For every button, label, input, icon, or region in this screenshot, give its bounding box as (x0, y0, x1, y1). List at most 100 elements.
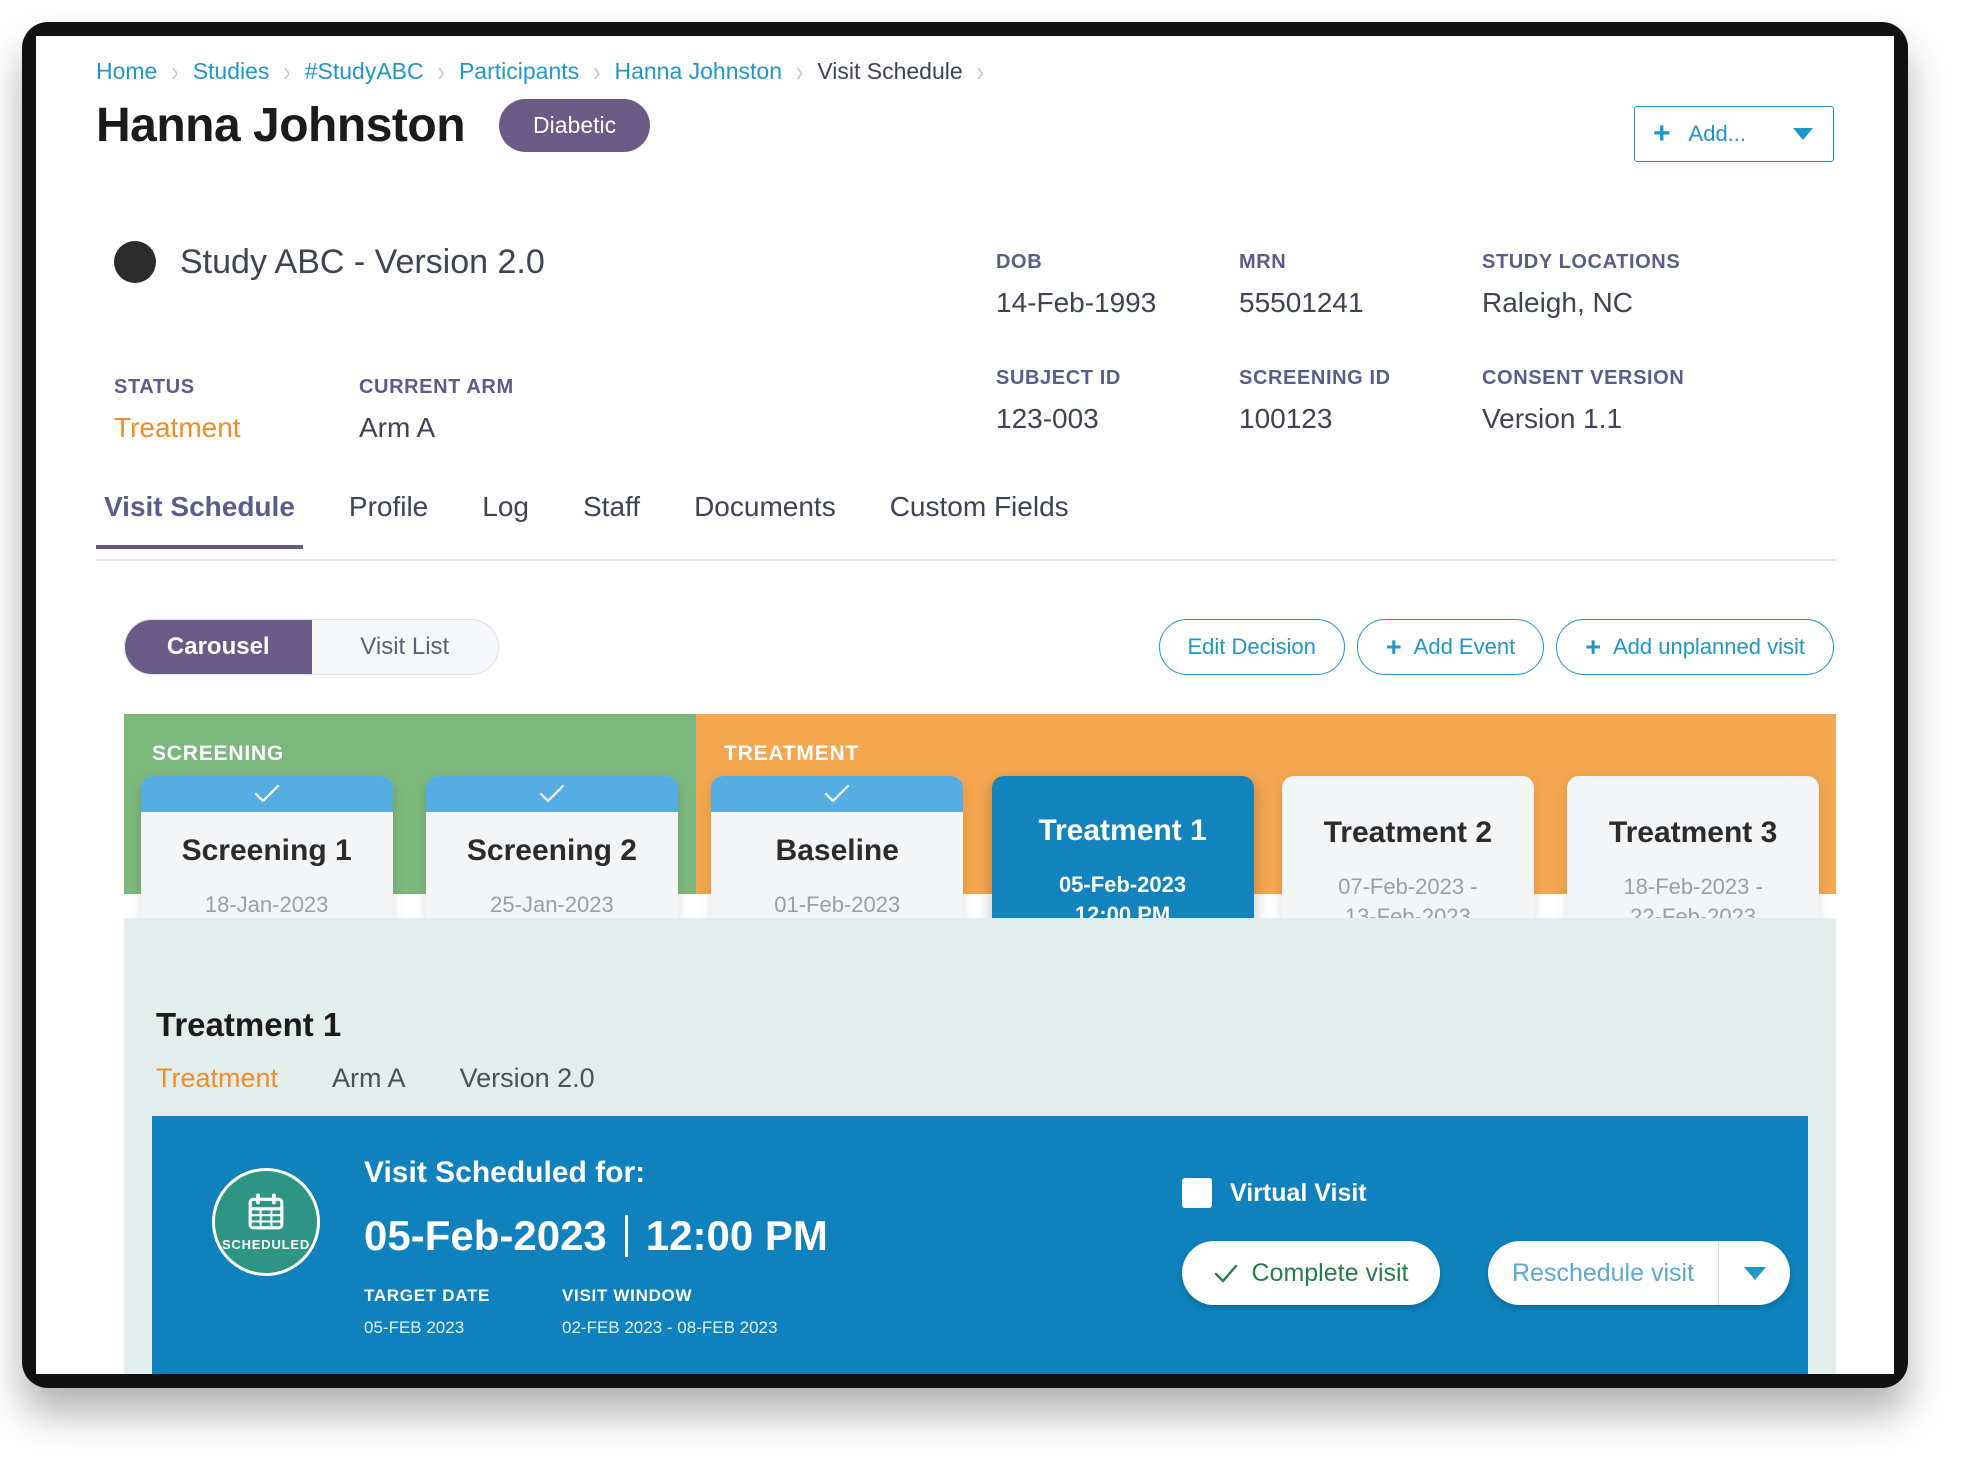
meta-cell-dob: DOB 14-Feb-1993 (996, 251, 1239, 319)
visit-actions: Complete visit Reschedule visit (1182, 1241, 1790, 1305)
visit-card-title: Treatment 1 (1038, 814, 1207, 847)
visit-scheduled-label: Visit Scheduled for: (364, 1156, 646, 1189)
meta-cell-screening-id: SCREENING ID 100123 (1239, 367, 1482, 435)
meta-right-group: DOB 14-Feb-1993 MRN 55501241 STUDY LOCATIONS… (996, 251, 1812, 483)
check-icon (825, 784, 850, 803)
carousel-actions: Edit Decision + Add Event + Add unplanned vi… (1158, 619, 1834, 675)
meta-value: 123-003 (996, 403, 1099, 434)
visit-card-title: Treatment 3 (1608, 816, 1778, 849)
visit-window-label: VISIT WINDOW (562, 1286, 693, 1305)
view-toggle-carousel[interactable]: Carousel (125, 620, 312, 674)
visit-card-title: Screening 1 (181, 834, 352, 867)
view-toggle-visit-list[interactable]: Visit List (312, 620, 499, 674)
meta-value: Treatment (114, 412, 241, 443)
complete-visit-button[interactable]: Complete visit (1182, 1241, 1440, 1305)
detail-version: Version 2.0 (459, 1063, 595, 1093)
visit-info: Visit Scheduled for: 05-Feb-2023 12:00 P… (364, 1156, 828, 1338)
meta-value: 100123 (1239, 403, 1333, 434)
virtual-visit-label: Virtual Visit (1230, 1178, 1367, 1207)
tab-custom-fields[interactable]: Custom Fields (882, 491, 1077, 545)
breadcrumb-separator: › (593, 55, 601, 87)
scheduled-visit-box: SCHEDULED Visit Scheduled for: 05-Feb-20… (152, 1116, 1808, 1374)
breadcrumb-item-0[interactable]: Home (96, 58, 157, 85)
meta-label: CURRENT ARM (359, 376, 514, 398)
scheduled-badge-label: SCHEDULED (221, 1236, 311, 1252)
virtual-visit-checkbox[interactable] (1182, 1178, 1212, 1208)
meta-value: 55501241 (1239, 287, 1364, 318)
breadcrumb-separator: › (283, 55, 291, 87)
plus-icon: + (1653, 117, 1671, 150)
visit-window-cell: VISIT WINDOW 02-FEB 2023 - 08-FEB 2023 (562, 1286, 777, 1338)
meta-label: SCREENING ID (1239, 367, 1391, 389)
edit-decision-button[interactable]: Edit Decision (1158, 619, 1345, 675)
meta-cell-status: STATUS Treatment (114, 376, 359, 444)
reschedule-visit-group[interactable]: Reschedule visit (1488, 1241, 1790, 1305)
visit-completed-strip (711, 776, 964, 812)
meta-value: Arm A (359, 412, 436, 443)
meta-label: DOB (996, 251, 1043, 273)
visit-time: 12:00 PM (645, 1212, 828, 1259)
reschedule-visit-button[interactable]: Reschedule visit (1488, 1241, 1718, 1305)
breadcrumb-item-5: Visit Schedule (817, 58, 963, 84)
breadcrumb: Home › Studies › #StudyABC › Participants › Hann… (96, 55, 998, 87)
detail-arm: Arm A (332, 1063, 406, 1093)
status-badge-diabetic: Diabetic (499, 99, 651, 152)
study-avatar (114, 241, 156, 283)
meta-label: SUBJECT ID (996, 367, 1121, 389)
meta-label: MRN (1239, 251, 1287, 273)
add-unplanned-visit-button[interactable]: + Add unplanned visit (1556, 619, 1834, 675)
visit-card-title: Treatment 2 (1323, 816, 1493, 849)
meta-cell-mrn: MRN 55501241 (1239, 251, 1482, 319)
plus-icon: + (1385, 631, 1402, 662)
reschedule-dropdown-button[interactable] (1718, 1241, 1790, 1305)
button-label: Add unplanned visit (1612, 634, 1805, 659)
page-title: Hanna Johnston (96, 99, 466, 152)
visit-detail-panel: Treatment 1 Treatment Arm A Version 2.0 … (124, 918, 1836, 1374)
button-label: Add Event (1413, 634, 1516, 659)
breadcrumb-separator: › (437, 55, 445, 87)
detail-subinfo: Treatment Arm A Version 2.0 (156, 1063, 595, 1094)
visit-card-title: Baseline (775, 834, 899, 867)
breadcrumb-item-4[interactable]: Hanna Johnston (614, 58, 782, 85)
add-event-button[interactable]: + Add Event (1356, 619, 1545, 675)
tab-visit-schedule[interactable]: Visit Schedule (96, 491, 303, 549)
breadcrumb-item-2[interactable]: #StudyABC (305, 58, 424, 85)
tab-log[interactable]: Log (474, 491, 537, 545)
virtual-visit-checkbox-row[interactable]: Virtual Visit (1182, 1178, 1367, 1208)
target-date-label: TARGET DATE (364, 1286, 491, 1305)
meta-label: STATUS (114, 376, 195, 398)
visit-datetime: 05-Feb-2023 12:00 PM (364, 1212, 828, 1260)
detail-title: Treatment 1 (156, 1006, 342, 1043)
app-screen: Home › Studies › #StudyABC › Participants › Hann… (36, 36, 1894, 1374)
tab-staff[interactable]: Staff (575, 491, 648, 545)
meta-label: STUDY LOCATIONS (1482, 251, 1681, 273)
meta-cell-subject-id: SUBJECT ID 123-003 (996, 367, 1239, 435)
breadcrumb-separator: › (171, 55, 179, 87)
view-toggle[interactable]: Carousel Visit List (124, 619, 499, 675)
divider (624, 1215, 628, 1257)
target-date-value: 05-FEB 2023 (364, 1318, 465, 1337)
meta-row: SUBJECT ID 123-003 SCREENING ID 100123 CONSE… (996, 367, 1812, 435)
meta-cell-current-arm: CURRENT ARM Arm A (359, 376, 514, 444)
scheduled-status-badge: SCHEDULED (212, 1168, 320, 1276)
device-frame: Home › Studies › #StudyABC › Participants › Hann… (22, 22, 1908, 1388)
meta-cell-study-locations: STUDY LOCATIONS Raleigh, NC (1482, 251, 1812, 319)
meta-value: Version 1.1 (1482, 403, 1623, 434)
meta-left-group: STATUS Treatment CURRENT ARM Arm A (114, 376, 514, 444)
button-label: Edit Decision (1187, 634, 1316, 659)
target-date-cell: TARGET DATE 05-FEB 2023 (364, 1286, 524, 1338)
meta-cell-consent-version: CONSENT VERSION Version 1.1 (1482, 367, 1812, 435)
tab-profile[interactable]: Profile (341, 491, 436, 545)
add-button[interactable]: + Add... (1634, 106, 1834, 162)
meta-label: CONSENT VERSION (1482, 367, 1685, 389)
plus-icon: + (1585, 631, 1601, 662)
phase-label: TREATMENT (724, 742, 860, 765)
visit-window-value: 02-FEB 2023 - 08-FEB 2023 (562, 1318, 778, 1337)
breadcrumb-item-1[interactable]: Studies (193, 58, 270, 85)
breadcrumb-item-3[interactable]: Participants (459, 58, 579, 85)
visit-meta: TARGET DATE 05-FEB 2023 VISIT WINDOW 02-… (364, 1286, 828, 1338)
breadcrumb-separator: › (795, 55, 804, 87)
meta-row: DOB 14-Feb-1993 MRN 55501241 STUDY LOCATIONS… (996, 251, 1812, 319)
visit-completed-strip (425, 776, 678, 812)
tab-documents[interactable]: Documents (686, 491, 844, 545)
